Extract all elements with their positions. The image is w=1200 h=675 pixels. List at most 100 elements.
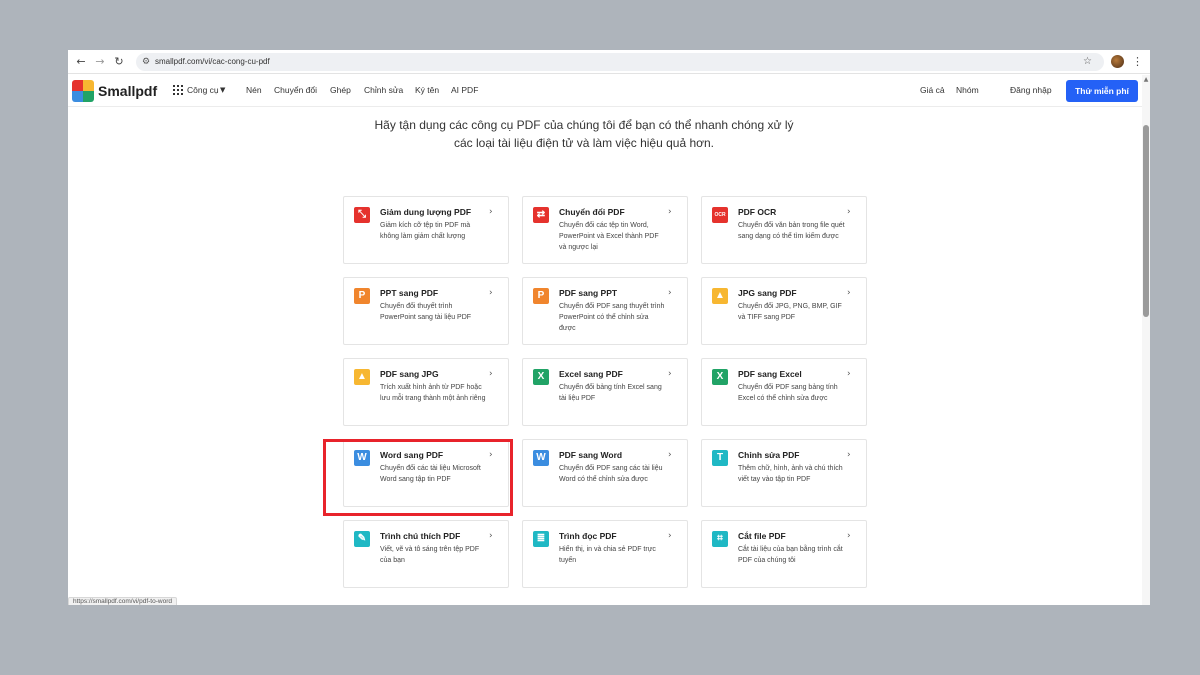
- tool-card-title[interactable]: JPG sang PDF: [738, 288, 797, 299]
- chevron-right-icon[interactable]: ›: [668, 530, 672, 542]
- back-icon[interactable]: ←: [73, 54, 89, 70]
- scroll-up-icon[interactable]: ▲: [1142, 76, 1150, 84]
- chevron-right-icon[interactable]: ›: [668, 449, 672, 461]
- image-icon: ▲: [354, 369, 370, 385]
- tool-card-description: Chuyển đổi JPG, PNG, BMP, GIF và TIFF sa…: [738, 303, 842, 321]
- tool-card-title[interactable]: Trình đọc PDF: [559, 531, 617, 542]
- tool-card[interactable]: T Chỉnh sửa PDF Thêm chữ, hình, ảnh và chú…: [701, 439, 867, 507]
- tool-card[interactable]: ⌗ Cắt file PDF Cắt tài liệu của bạn bằng t…: [701, 520, 867, 588]
- powerpoint-icon: P: [533, 288, 549, 304]
- tool-card[interactable]: P PDF sang PPT Chuyển đổi PDF sang thuyết …: [522, 277, 688, 345]
- url-text[interactable]: smallpdf.com/vi/cac-cong-cu-pdf: [155, 56, 270, 68]
- tools-menu[interactable]: Công cụ: [187, 84, 219, 96]
- nav-edit[interactable]: Chỉnh sửa: [364, 84, 403, 96]
- tool-card-description: Thêm chữ, hình, ảnh và chú thích viết ta…: [738, 465, 843, 483]
- tool-card[interactable]: P PPT sang PDF Chuyển đổi thuyết trình Pow…: [343, 277, 509, 345]
- tool-card[interactable]: W PDF sang Word Chuyển đổi PDF sang các tà…: [522, 439, 688, 507]
- tool-card[interactable]: ≣ Trình đọc PDF Hiển thị, in và chia sẻ PD…: [522, 520, 688, 588]
- tool-card-description: Chuyển đổi bảng tính Excel sang tài liệu…: [559, 384, 662, 402]
- nav-teams[interactable]: Nhóm: [956, 84, 979, 96]
- intro-line-1: Hãy tận dụng các công cụ PDF của chúng t…: [374, 118, 794, 132]
- tool-card[interactable]: X Excel sang PDF Chuyển đổi bảng tính Exce…: [522, 358, 688, 426]
- nav-pricing[interactable]: Giá cả: [920, 84, 945, 96]
- word-icon: W: [533, 450, 549, 466]
- tool-card-title[interactable]: Giảm dung lượng PDF: [380, 207, 471, 218]
- tool-card-title[interactable]: Chuyển đổi PDF: [559, 207, 625, 218]
- tool-card-description: Viết, vẽ và tô sáng trên tệp PDF của bạn: [380, 546, 480, 564]
- browser-menu-icon[interactable]: ⋮: [1132, 54, 1143, 70]
- tool-card-description: Chuyển đổi PDF sang bảng tính Excel có t…: [738, 384, 838, 402]
- nav-ai-pdf[interactable]: AI PDF: [451, 84, 478, 96]
- nav-convert[interactable]: Chuyển đổi: [274, 84, 317, 96]
- chevron-right-icon[interactable]: ›: [668, 368, 672, 380]
- tool-card[interactable]: ⇄ Chuyển đổi PDF Chuyển đổi các tệp tin Wo…: [522, 196, 688, 264]
- apps-grid-icon[interactable]: [173, 85, 183, 95]
- chevron-right-icon[interactable]: ›: [668, 287, 672, 299]
- tool-card-title[interactable]: PDF sang Word: [559, 450, 622, 461]
- browser-window: ← → ↻ ⚙ smallpdf.com/vi/cac-cong-cu-pdf …: [68, 50, 1150, 605]
- smallpdf-logo-icon[interactable]: [72, 80, 94, 102]
- excel-icon: X: [712, 369, 728, 385]
- tool-card-title[interactable]: Chỉnh sửa PDF: [738, 450, 799, 461]
- tool-card-description: Giảm kích cỡ tệp tin PDF mà không làm gi…: [380, 222, 471, 240]
- tool-card-title[interactable]: Cắt file PDF: [738, 531, 786, 542]
- tool-card-title[interactable]: PDF OCR: [738, 207, 776, 218]
- tool-card[interactable]: ⤡ Giảm dung lượng PDF Giảm kích cỡ tệp tin…: [343, 196, 509, 264]
- login-link[interactable]: Đăng nhập: [1010, 84, 1052, 96]
- reload-icon[interactable]: ↻: [111, 54, 127, 70]
- chevron-right-icon[interactable]: ›: [489, 287, 493, 299]
- bookmark-star-icon[interactable]: ☆: [1083, 54, 1092, 70]
- chevron-right-icon[interactable]: ›: [489, 530, 493, 542]
- convert-icon: ⇄: [533, 207, 549, 223]
- tool-card-title[interactable]: PDF sang PPT: [559, 288, 617, 299]
- tool-card[interactable]: X PDF sang Excel Chuyển đổi PDF sang bảng …: [701, 358, 867, 426]
- tool-card-title[interactable]: Excel sang PDF: [559, 369, 623, 380]
- brand-name[interactable]: Smallpdf: [98, 83, 157, 99]
- pen-icon: ✎: [354, 531, 370, 547]
- tool-card-description: Cắt tài liệu của bạn bằng trình cắt PDF …: [738, 546, 843, 564]
- tool-card-description: Chuyển đổi PDF sang các tài liệu Word có…: [559, 465, 663, 483]
- tool-card-description: Trích xuất hình ảnh từ PDF hoặc lưu mỗi …: [380, 384, 486, 402]
- tool-card[interactable]: OCR PDF OCR Chuyển đổi văn bản trong file …: [701, 196, 867, 264]
- tool-card-description: Chuyển đổi PDF sang thuyết trình PowerPo…: [559, 303, 665, 332]
- excel-icon: X: [533, 369, 549, 385]
- scrollbar-thumb[interactable]: [1143, 125, 1149, 317]
- profile-avatar[interactable]: [1111, 55, 1124, 68]
- tool-card-title[interactable]: PDF sang Excel: [738, 369, 802, 380]
- tool-card-title[interactable]: PDF sang JPG: [380, 369, 439, 380]
- tool-card-description: Chuyển đổi thuyết trình PowerPoint sang …: [380, 303, 472, 321]
- chevron-right-icon[interactable]: ›: [668, 206, 672, 218]
- tool-card[interactable]: ▲ JPG sang PDF Chuyển đổi JPG, PNG, BMP, G…: [701, 277, 867, 345]
- chevron-down-icon[interactable]: ▼: [220, 84, 225, 96]
- tool-card-title[interactable]: PPT sang PDF: [380, 288, 438, 299]
- nav-merge[interactable]: Ghép: [330, 84, 351, 96]
- reader-icon: ≣: [533, 531, 549, 547]
- tool-card[interactable]: ✎ Trình chú thích PDF Viết, vẽ và tô sáng …: [343, 520, 509, 588]
- chevron-right-icon[interactable]: ›: [847, 287, 851, 299]
- tool-card[interactable]: ▲ PDF sang JPG Trích xuất hình ảnh từ PDF …: [343, 358, 509, 426]
- intro-line-2: các loại tài liệu điện tử và làm việc hi…: [453, 136, 715, 150]
- crop-icon: ⌗: [712, 531, 728, 547]
- nav-sign[interactable]: Ký tên: [415, 84, 439, 96]
- highlight-box: [323, 439, 513, 516]
- tool-card-title[interactable]: Trình chú thích PDF: [380, 531, 460, 542]
- chevron-right-icon[interactable]: ›: [489, 206, 493, 218]
- chevron-right-icon[interactable]: ›: [847, 449, 851, 461]
- nav-compress[interactable]: Nén: [246, 84, 262, 96]
- text-edit-icon: T: [712, 450, 728, 466]
- tool-card-description: Hiển thị, in và chia sẻ PDF trực tuyến: [559, 546, 656, 564]
- chevron-right-icon[interactable]: ›: [847, 530, 851, 542]
- chevron-right-icon[interactable]: ›: [847, 368, 851, 380]
- forward-icon[interactable]: →: [92, 54, 108, 70]
- intro-text: Hãy tận dụng các công cụ PDF của chúng t…: [344, 116, 824, 152]
- ocr-icon: OCR: [712, 207, 728, 223]
- powerpoint-icon: P: [354, 288, 370, 304]
- address-bar[interactable]: ⚙ smallpdf.com/vi/cac-cong-cu-pdf: [136, 53, 1104, 71]
- compress-icon: ⤡: [354, 207, 370, 223]
- free-trial-button[interactable]: Thử miễn phí: [1066, 80, 1138, 102]
- chevron-right-icon[interactable]: ›: [489, 368, 493, 380]
- chevron-right-icon[interactable]: ›: [847, 206, 851, 218]
- status-bar-url: https://smallpdf.com/vi/pdf-to-word: [68, 597, 177, 605]
- browser-toolbar: ← → ↻ ⚙ smallpdf.com/vi/cac-cong-cu-pdf …: [68, 50, 1150, 74]
- site-info-icon[interactable]: ⚙: [142, 56, 150, 68]
